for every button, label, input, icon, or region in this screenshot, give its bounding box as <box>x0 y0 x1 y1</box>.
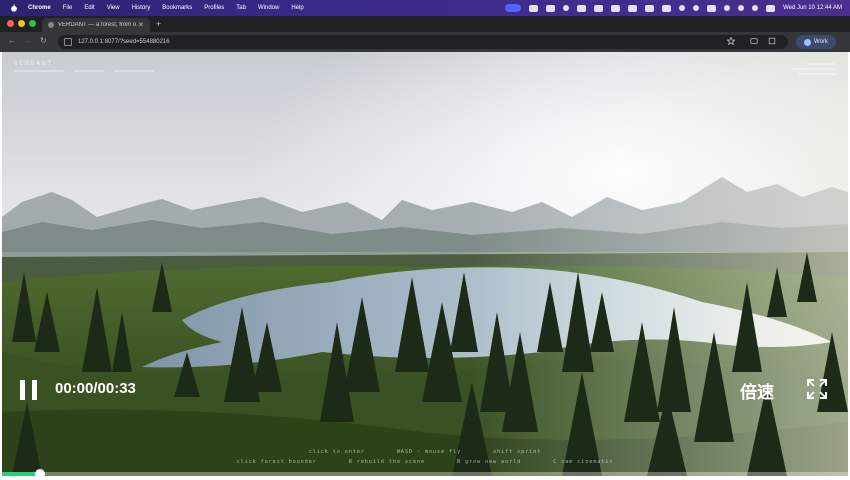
clipboard-icon[interactable] <box>594 4 604 12</box>
code-icon[interactable] <box>662 4 672 12</box>
help-new-world: N grow new world <box>457 459 522 465</box>
menu-bookmarks[interactable]: Bookmarks <box>162 5 192 11</box>
controls-help-row-2: click forest bounder R rebuild the scene… <box>2 459 848 465</box>
status-area: Wed Jun 10 12:44 AM <box>505 0 842 16</box>
tab-title: VERDANT — a forest, from o... <box>58 22 138 28</box>
search-icon[interactable] <box>738 5 745 11</box>
globe-icon <box>48 22 54 28</box>
game-title: VERDANT <box>14 60 54 67</box>
address-bar[interactable]: 127.0.0.1:8077/?seed=554880216 <box>58 35 788 49</box>
forward-icon[interactable]: → <box>24 36 32 45</box>
menu-chrome[interactable]: Chrome <box>28 5 51 11</box>
minimize-window-button[interactable] <box>18 20 25 27</box>
playback-speed-button[interactable]: 倍速 <box>740 378 774 403</box>
progress-bar[interactable] <box>2 469 848 479</box>
mail-icon[interactable] <box>611 4 621 12</box>
gear-icon[interactable] <box>546 4 556 12</box>
browser-chrome: VERDANT — a forest, from o... ✕ + ← → ↻ … <box>0 16 850 52</box>
menu-history[interactable]: History <box>132 5 151 11</box>
screen-record-icon[interactable] <box>505 4 522 12</box>
help-rebuild: R rebuild the scene <box>348 459 426 465</box>
menu-edit[interactable]: Edit <box>84 5 94 11</box>
menu-view[interactable]: View <box>107 5 120 11</box>
playback-time: 00:00/00:33 <box>55 380 136 397</box>
controls-help-row-1: click to enter WASD · mouse fly shift sp… <box>2 449 848 455</box>
hud-stat-bar-1 <box>806 63 836 65</box>
macos-menubar: Chrome File Edit View History Bookmarks … <box>0 0 850 16</box>
avatar <box>804 38 812 46</box>
extensions-puzzle-icon[interactable] <box>768 37 776 45</box>
menu-file[interactable]: File <box>63 5 73 11</box>
hud-sub-bar-1 <box>14 70 64 72</box>
menu-profiles[interactable]: Profiles <box>204 5 224 11</box>
browser-toolbar: ← → ↻ 127.0.0.1:8077/?seed=554880216 Wor… <box>0 32 850 52</box>
progress-knob[interactable] <box>35 469 46 479</box>
profile-button[interactable]: Work <box>796 35 836 49</box>
user-icon[interactable] <box>752 5 759 11</box>
display-icon[interactable] <box>628 4 638 12</box>
moon-icon[interactable] <box>679 5 686 11</box>
close-window-button[interactable] <box>7 20 14 27</box>
apple-icon[interactable] <box>10 4 18 12</box>
lock-icon[interactable] <box>693 5 700 11</box>
hud-stat-bar-2 <box>791 68 836 70</box>
help-wasd: WASD · mouse fly <box>396 449 462 455</box>
hud-stat-bar-3 <box>798 73 836 75</box>
fullscreen-icon[interactable] <box>806 378 828 400</box>
bag-icon[interactable] <box>645 4 655 12</box>
maximize-window-button[interactable] <box>29 20 36 27</box>
profile-label: Work <box>814 39 828 45</box>
hud-stats <box>791 60 836 78</box>
forest-lake-scene[interactable] <box>2 52 848 476</box>
site-info-icon[interactable] <box>64 38 72 46</box>
extension-icon[interactable] <box>750 37 758 45</box>
menu-help[interactable]: Help <box>291 5 303 11</box>
battery-icon[interactable] <box>707 4 717 12</box>
close-tab-icon[interactable]: ✕ <box>138 21 146 29</box>
control-center-icon[interactable] <box>766 4 776 12</box>
help-cinematic: C cam cinematic <box>553 459 614 465</box>
new-tab-button[interactable]: + <box>156 19 161 29</box>
bookmark-star-icon[interactable] <box>727 37 735 45</box>
help-shift: shift sprint <box>493 449 542 455</box>
menu-tab[interactable]: Tab <box>236 5 246 11</box>
menu-window[interactable]: Window <box>258 5 279 11</box>
back-icon[interactable]: ← <box>8 36 16 45</box>
eye-icon[interactable] <box>529 4 539 12</box>
wifi-icon[interactable] <box>724 5 731 11</box>
pause-icon[interactable] <box>18 378 40 402</box>
browser-tab[interactable]: VERDANT — a forest, from o... ✕ <box>42 18 150 32</box>
game-viewport[interactable]: VERDANT click to enter WASD · mouse fly … <box>2 52 848 476</box>
game-subinfo <box>14 70 154 72</box>
url-text: 127.0.0.1:8077/?seed=554880216 <box>78 39 170 45</box>
sun-icon[interactable] <box>563 5 570 11</box>
sync-icon[interactable] <box>577 4 587 12</box>
reload-icon[interactable]: ↻ <box>40 36 47 45</box>
help-click-to-enter: click to enter <box>308 449 365 455</box>
help-click-forest: click forest bounder <box>236 459 317 465</box>
hud-sub-bar-3 <box>114 70 154 72</box>
tab-strip: VERDANT — a forest, from o... ✕ + <box>0 16 850 32</box>
menubar-clock[interactable]: Wed Jun 10 12:44 AM <box>783 5 842 11</box>
hud-sub-bar-2 <box>74 70 104 72</box>
